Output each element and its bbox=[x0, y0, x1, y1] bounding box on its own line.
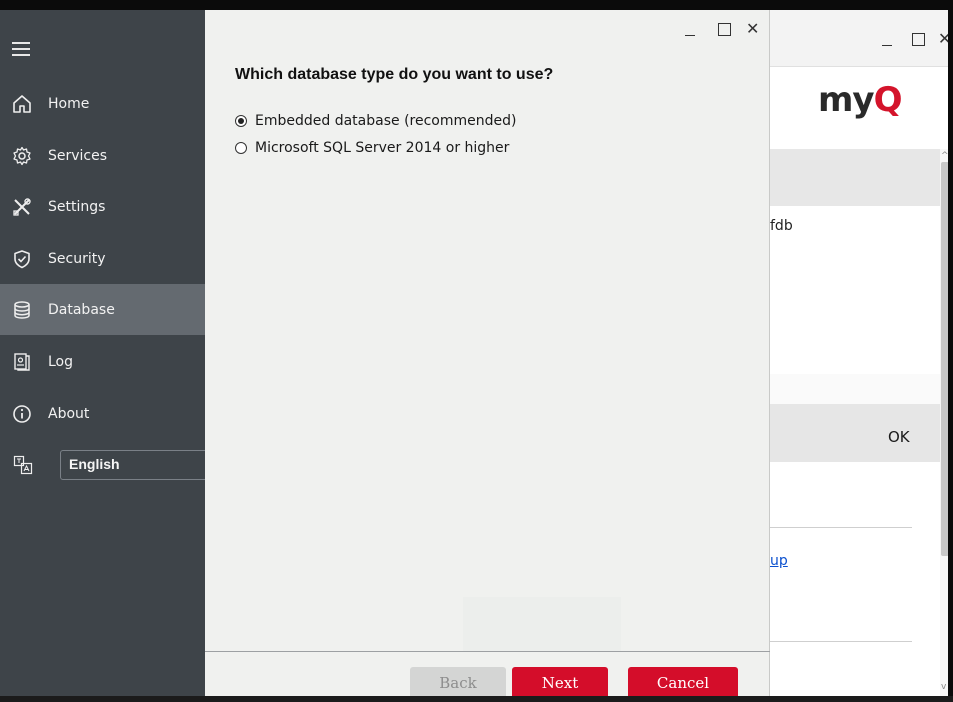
home-icon bbox=[12, 94, 32, 114]
sidebar-item-home[interactable]: Home bbox=[0, 78, 205, 129]
database-icon bbox=[12, 300, 32, 320]
language-row: English bbox=[0, 448, 210, 484]
sidebar-item-label: Services bbox=[48, 147, 108, 164]
background-band bbox=[770, 149, 940, 206]
background-divider bbox=[770, 641, 912, 642]
sidebar-item-database[interactable]: Database bbox=[0, 284, 205, 335]
sidebar-item-label: Database bbox=[48, 301, 115, 318]
bottom-edge bbox=[0, 696, 953, 702]
gear-icon bbox=[12, 146, 32, 166]
radio-mssql[interactable] bbox=[235, 142, 247, 154]
top-edge bbox=[0, 0, 953, 10]
sidebar-item-label: Security bbox=[48, 250, 106, 267]
back-button[interactable]: Back bbox=[410, 667, 506, 699]
translate-icon bbox=[13, 455, 33, 475]
sidebar-item-security[interactable]: Security bbox=[0, 233, 205, 284]
footer-divider bbox=[205, 651, 770, 652]
cancel-button[interactable]: Cancel bbox=[628, 667, 738, 699]
next-button[interactable]: Next bbox=[512, 667, 608, 699]
option-label: Microsoft SQL Server 2014 or higher bbox=[255, 140, 510, 156]
sidebar-item-label: Settings bbox=[48, 198, 106, 215]
background-band bbox=[770, 374, 940, 404]
dialog-question: Which database type do you want to use? bbox=[235, 66, 554, 83]
option-mssql[interactable]: Microsoft SQL Server 2014 or higher bbox=[235, 140, 509, 156]
background-ok-text: OK bbox=[888, 428, 910, 446]
close-button[interactable]: ✕ bbox=[746, 19, 762, 38]
database-type-dialog: ✕ Which database type do you want to use… bbox=[205, 10, 770, 699]
radio-embedded[interactable] bbox=[235, 115, 247, 127]
sidebar-item-label: About bbox=[48, 405, 90, 422]
background-window: ✕ myQ fdb OK up ^ v bbox=[770, 10, 951, 696]
sidebar-item-label: Home bbox=[48, 95, 90, 112]
sidebar-item-about[interactable]: About bbox=[0, 388, 205, 439]
shield-icon bbox=[12, 249, 32, 269]
scroll-down-icon[interactable]: v bbox=[941, 682, 946, 692]
background-band bbox=[770, 404, 940, 462]
hamburger-menu-icon[interactable] bbox=[12, 42, 30, 56]
sidebar-item-label: Log bbox=[48, 353, 74, 370]
bg-minimize-button[interactable] bbox=[880, 32, 896, 48]
background-divider bbox=[770, 527, 912, 528]
bg-maximize-button[interactable] bbox=[911, 32, 927, 48]
sidebar-item-services[interactable]: Services bbox=[0, 130, 205, 181]
sidebar-item-log[interactable]: Log bbox=[0, 336, 205, 387]
option-embedded-database[interactable]: Embedded database (recommended) bbox=[235, 113, 516, 129]
language-select[interactable]: English bbox=[60, 450, 210, 480]
empty-panel bbox=[463, 597, 621, 651]
background-text-fragment: fdb bbox=[770, 218, 793, 234]
close-icon: ✕ bbox=[746, 19, 760, 38]
maximize-button[interactable] bbox=[717, 22, 733, 38]
sidebar-item-settings[interactable]: Settings bbox=[0, 181, 205, 232]
tools-icon bbox=[12, 197, 32, 217]
minimize-button[interactable] bbox=[683, 22, 699, 38]
log-icon bbox=[12, 352, 32, 372]
sidebar: Home Services Settings Security Database… bbox=[0, 10, 210, 696]
info-icon bbox=[12, 404, 32, 424]
option-label: Embedded database (recommended) bbox=[255, 113, 517, 129]
myq-logo: myQ bbox=[818, 80, 902, 120]
right-edge bbox=[948, 0, 953, 702]
background-link[interactable]: up bbox=[770, 553, 788, 569]
